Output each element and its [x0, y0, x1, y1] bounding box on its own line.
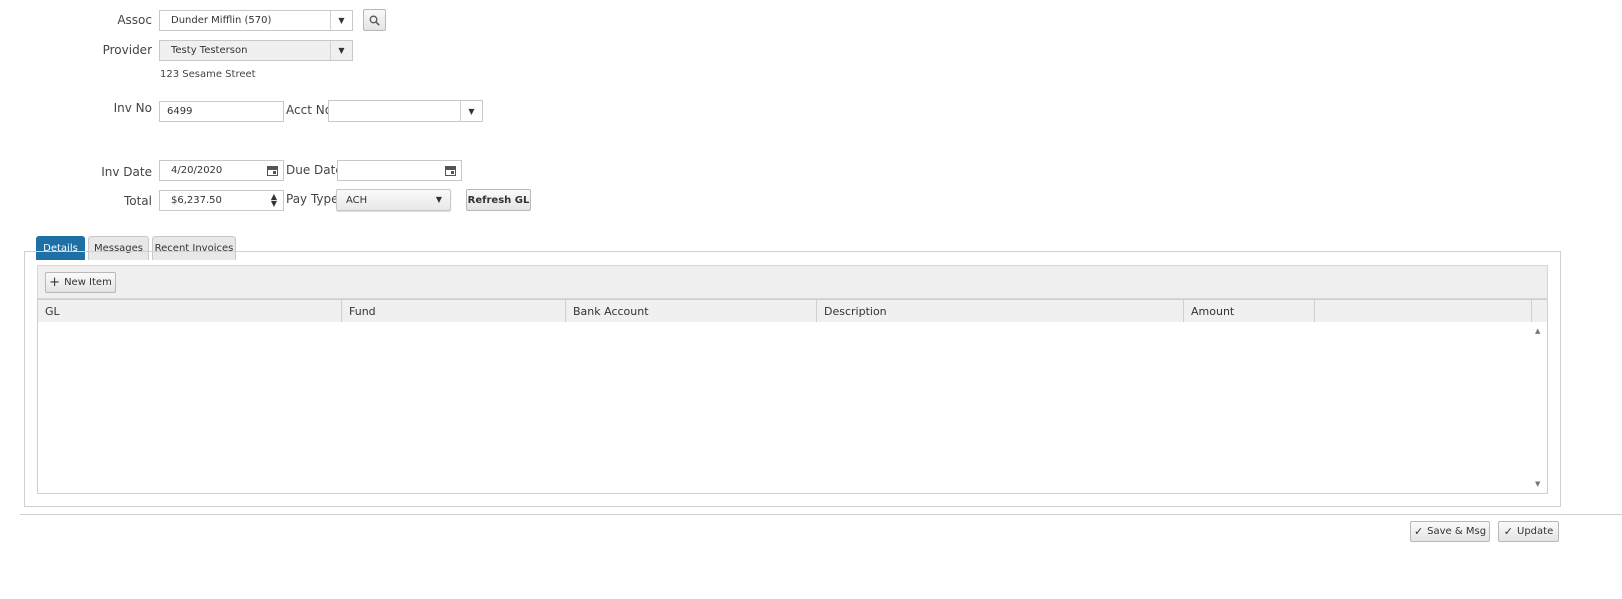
- provider-select[interactable]: Testy Testerson ▼: [159, 40, 353, 61]
- refresh-gl-button[interactable]: Refresh GL: [466, 189, 531, 211]
- column-fund[interactable]: Fund: [342, 300, 566, 322]
- calendar-icon[interactable]: [267, 166, 278, 176]
- grid-toolbar: [37, 265, 1548, 299]
- footer-divider: [20, 514, 1622, 515]
- acct-no-select[interactable]: ▼: [328, 100, 483, 122]
- column-bank-account[interactable]: Bank Account: [566, 300, 817, 322]
- assoc-label: Assoc: [117, 13, 152, 27]
- chevron-down-icon[interactable]: ▼: [436, 195, 442, 204]
- chevron-down-icon[interactable]: ▼: [460, 101, 482, 121]
- provider-address: 123 Sesame Street: [160, 69, 256, 80]
- pay-type-select[interactable]: ACH ▼: [336, 189, 451, 211]
- calendar-icon[interactable]: [445, 166, 456, 176]
- provider-value: Testy Testerson: [171, 45, 248, 56]
- due-date-input[interactable]: [337, 160, 462, 181]
- pay-type-label: Pay Type: [286, 192, 339, 206]
- column-amount[interactable]: Amount: [1184, 300, 1315, 322]
- chevron-down-icon[interactable]: ▼: [330, 11, 352, 30]
- save-msg-button[interactable]: ✓ Save & Msg: [1410, 521, 1490, 542]
- assoc-search-button[interactable]: [363, 9, 386, 31]
- inv-no-label: Inv No: [113, 101, 152, 115]
- check-icon: ✓: [1503, 525, 1513, 538]
- pay-type-value: ACH: [346, 194, 368, 206]
- spinner-icon[interactable]: ▲ ▼: [271, 193, 277, 208]
- column-actions: [1315, 300, 1532, 322]
- scroll-down-icon[interactable]: ▼: [1535, 480, 1540, 488]
- search-icon: [369, 15, 380, 26]
- inv-no-input[interactable]: 6499: [159, 101, 284, 122]
- total-input[interactable]: $6,237.50 ▲ ▼: [159, 190, 284, 211]
- total-label: Total: [123, 194, 152, 208]
- provider-label: Provider: [102, 43, 152, 57]
- inv-date-value: 4/20/2020: [171, 165, 223, 176]
- assoc-select[interactable]: Dunder Mifflin (570) ▼: [159, 10, 353, 31]
- inv-date-label: Inv Date: [101, 165, 152, 179]
- save-msg-label: Save & Msg: [1427, 526, 1487, 537]
- new-item-label: New Item: [64, 277, 112, 288]
- check-icon: ✓: [1413, 525, 1424, 538]
- assoc-value: Dunder Mifflin (570): [171, 15, 272, 26]
- grid-scrollbar[interactable]: ▲ ▼: [1531, 322, 1547, 493]
- column-gl[interactable]: GL: [38, 300, 342, 322]
- acct-no-label: Acct No: [286, 103, 333, 117]
- grid-body: ▲ ▼: [37, 322, 1548, 494]
- grid-header: GL Fund Bank Account Description Amount: [37, 299, 1548, 323]
- total-value: $6,237.50: [171, 195, 222, 206]
- plus-icon: +: [49, 274, 61, 290]
- update-label: Update: [1517, 526, 1554, 537]
- chevron-down-icon[interactable]: ▼: [330, 41, 352, 60]
- column-description[interactable]: Description: [817, 300, 1184, 322]
- new-item-button[interactable]: + New Item: [45, 272, 116, 293]
- update-button[interactable]: ✓ Update: [1498, 521, 1559, 542]
- scroll-up-icon[interactable]: ▲: [1535, 327, 1540, 335]
- due-date-label: Due Date: [286, 163, 343, 177]
- inv-date-input[interactable]: 4/20/2020: [159, 160, 284, 181]
